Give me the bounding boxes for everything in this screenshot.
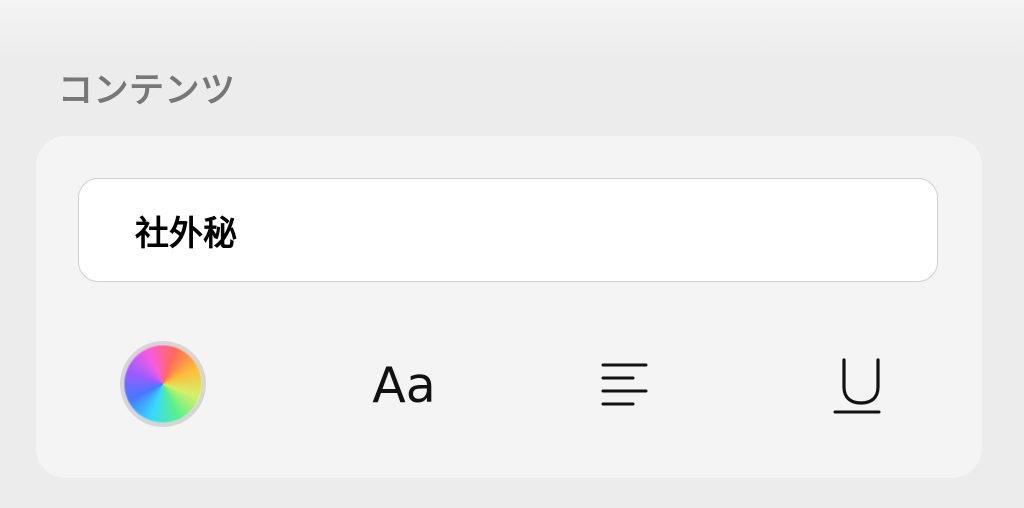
underline-button[interactable] [827,342,897,428]
content-card: Aa [36,136,982,478]
top-strip [0,0,1024,56]
section-title: コンテンツ [58,71,236,111]
color-picker-button[interactable] [120,341,206,427]
content-text-input[interactable] [78,178,938,282]
font-icon: Aa [372,356,436,414]
align-left-icon [601,363,648,406]
text-alignment-button[interactable] [589,342,689,428]
underline-icon [833,358,881,414]
color-wheel-icon [124,345,202,423]
font-style-button[interactable]: Aa [348,342,460,428]
